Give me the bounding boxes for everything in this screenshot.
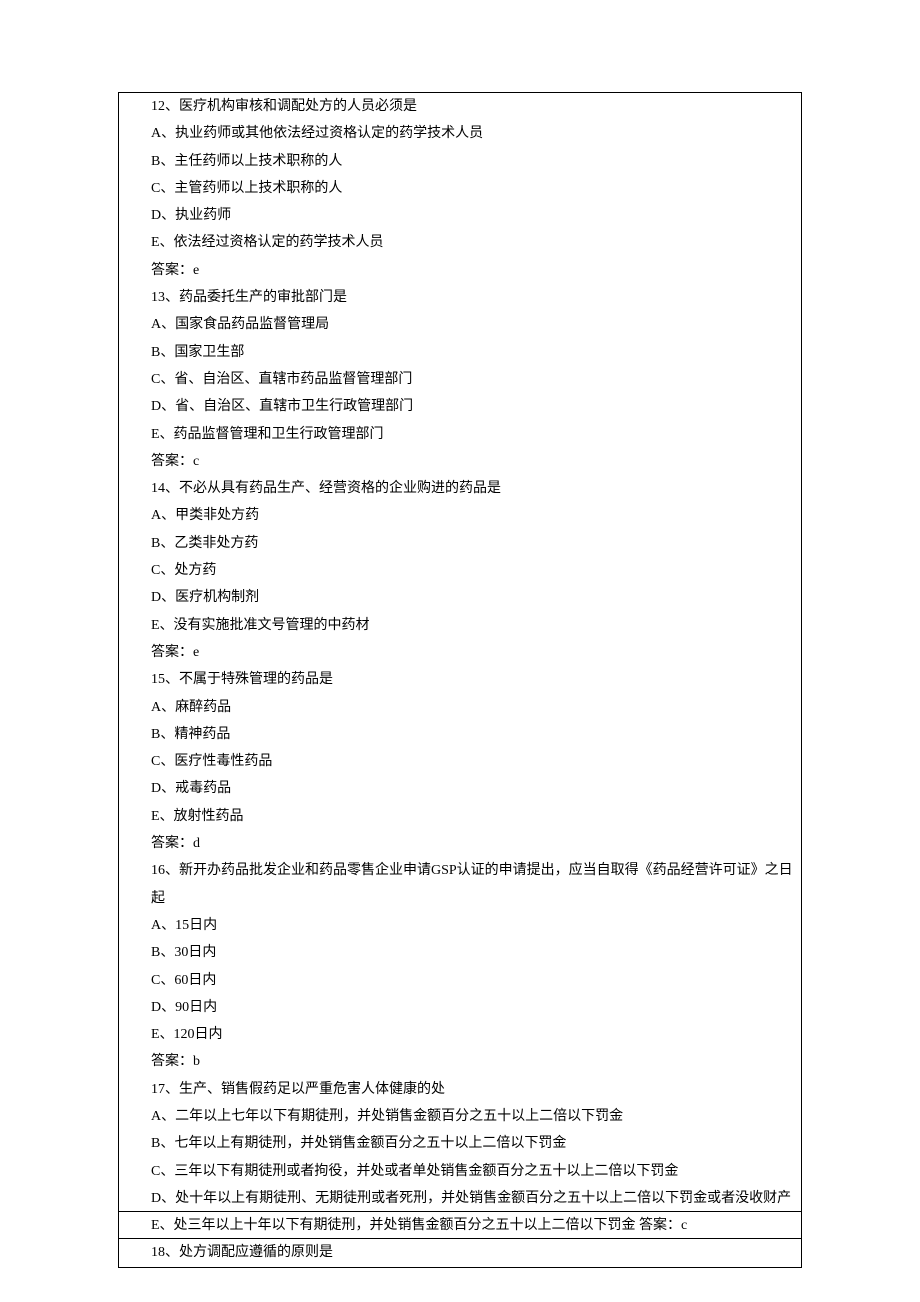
q16-stem: 16、新开办药品批发企业和药品零售企业申请GSP认证的申请提出，应当自取得《药品…	[119, 857, 801, 912]
q13-option-a: A、国家食品药品监督管理局	[119, 311, 801, 338]
q13-option-d: D、省、自治区、直辖市卫生行政管理部门	[119, 393, 801, 420]
q16-option-e: E、120日内	[119, 1021, 801, 1048]
page: 12、医疗机构审核和调配处方的人员必须是 A、执业药师或其他依法经过资格认定的药…	[0, 0, 920, 1302]
q15-stem: 15、不属于特殊管理的药品是	[119, 666, 801, 693]
q14-answer: 答案：e	[119, 639, 801, 666]
q12-answer: 答案：e	[119, 257, 801, 284]
q13-option-c: C、省、自治区、直辖市药品监督管理部门	[119, 366, 801, 393]
q14-option-c: C、处方药	[119, 557, 801, 584]
q15-option-c: C、医疗性毒性药品	[119, 748, 801, 775]
q15-option-b: B、精神药品	[119, 721, 801, 748]
q18-stem: 18、处方调配应遵循的原则是	[119, 1239, 801, 1266]
q13-answer: 答案：c	[119, 448, 801, 475]
q15-option-a: A、麻醉药品	[119, 694, 801, 721]
q13-stem: 13、药品委托生产的审批部门是	[119, 284, 801, 311]
q16-option-a: A、15日内	[119, 912, 801, 939]
q16-option-c: C、60日内	[119, 967, 801, 994]
q13-option-b: B、国家卫生部	[119, 339, 801, 366]
q16-answer: 答案：b	[119, 1048, 801, 1075]
q12-option-d: D、执业药师	[119, 202, 801, 229]
q14-option-e: E、没有实施批准文号管理的中药材	[119, 612, 801, 639]
q12-option-b: B、主任药师以上技术职称的人	[119, 148, 801, 175]
content-box: 12、医疗机构审核和调配处方的人员必须是 A、执业药师或其他依法经过资格认定的药…	[118, 92, 802, 1268]
q17-option-c: C、三年以下有期徒刑或者拘役，并处或者单处销售金额百分之五十以上二倍以下罚金	[119, 1158, 801, 1185]
q15-option-d: D、戒毒药品	[119, 775, 801, 802]
q17-option-e-answer: E、处三年以上十年以下有期徒刑，并处销售金额百分之五十以上二倍以下罚金 答案：c	[119, 1212, 801, 1239]
q14-option-b: B、乙类非处方药	[119, 530, 801, 557]
q15-option-e: E、放射性药品	[119, 803, 801, 830]
q12-option-e: E、依法经过资格认定的药学技术人员	[119, 229, 801, 256]
q15-answer: 答案：d	[119, 830, 801, 857]
q16-option-b: B、30日内	[119, 939, 801, 966]
q17-option-a: A、二年以上七年以下有期徒刑，并处销售金额百分之五十以上二倍以下罚金	[119, 1103, 801, 1130]
q12-option-c: C、主管药师以上技术职称的人	[119, 175, 801, 202]
q12-stem: 12、医疗机构审核和调配处方的人员必须是	[119, 93, 801, 120]
q17-option-d: D、处十年以上有期徒刑、无期徒刑或者死刑，并处销售金额百分之五十以上二倍以下罚金…	[119, 1185, 801, 1212]
q17-stem: 17、生产、销售假药足以严重危害人体健康的处	[119, 1076, 801, 1103]
q16-option-d: D、90日内	[119, 994, 801, 1021]
q12-option-a: A、执业药师或其他依法经过资格认定的药学技术人员	[119, 120, 801, 147]
q14-option-d: D、医疗机构制剂	[119, 584, 801, 611]
q13-option-e: E、药品监督管理和卫生行政管理部门	[119, 421, 801, 448]
q14-stem: 14、不必从具有药品生产、经营资格的企业购进的药品是	[119, 475, 801, 502]
q14-option-a: A、甲类非处方药	[119, 502, 801, 529]
q17-option-b: B、七年以上有期徒刑，并处销售金额百分之五十以上二倍以下罚金	[119, 1130, 801, 1157]
